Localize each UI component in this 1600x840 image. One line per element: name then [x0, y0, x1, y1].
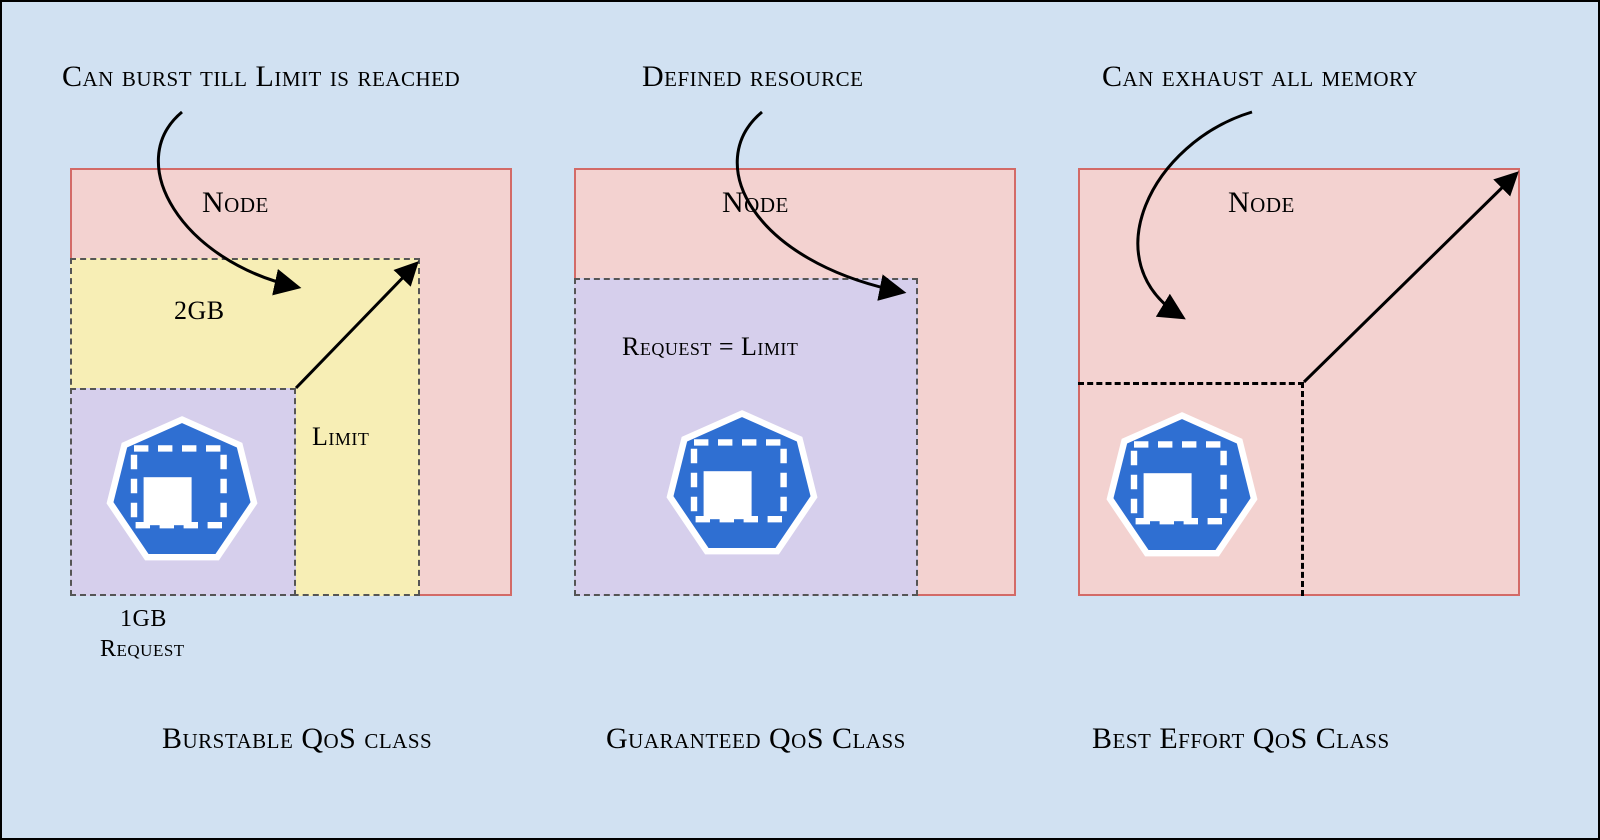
guaranteed-box-text: Request = Limit: [622, 332, 798, 362]
burstable-annotation: Can burst till Limit is reached: [62, 60, 460, 94]
besteffort-annotation-arrow-icon: [1032, 92, 1352, 342]
qos-diagram: Node 2GB Limit 1GB Request Can burst til…: [2, 2, 1598, 838]
besteffort-caption: Best Effort QoS Class: [1092, 722, 1390, 756]
pod-icon: [662, 404, 822, 564]
guaranteed-annotation: Defined resource: [642, 60, 864, 94]
burstable-growth-arrow-icon: [70, 258, 422, 598]
guaranteed-annotation-arrow-icon: [602, 92, 982, 312]
burstable-caption: Burstable QoS class: [162, 722, 432, 756]
besteffort-annotation: Can exhaust all memory: [1102, 60, 1418, 94]
guaranteed-caption: Guaranteed QoS Class: [606, 722, 906, 756]
burstable-request-label: Request: [100, 636, 185, 663]
burstable-request-size-label: 1GB: [120, 606, 167, 633]
